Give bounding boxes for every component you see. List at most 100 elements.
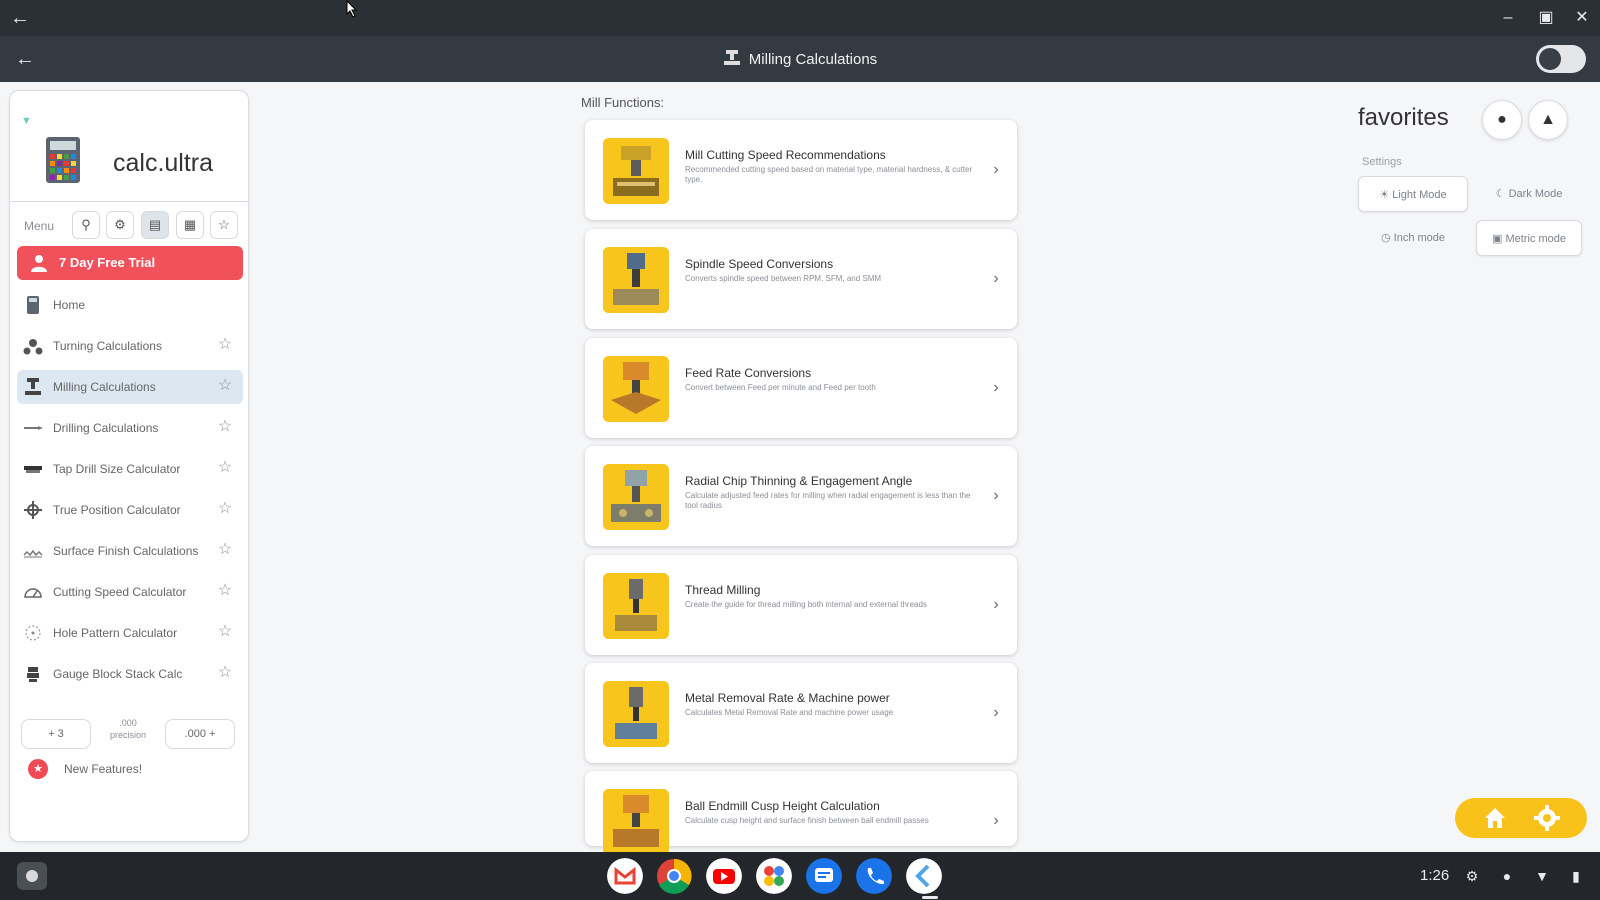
favorites-title: favorites (1358, 104, 1449, 131)
sidebar-item-label: Tap Drill Size Calculator (53, 462, 181, 476)
apple-icon[interactable]: ● (1482, 100, 1522, 140)
card-title: Mill Cutting Speed Recommendations (685, 148, 886, 162)
light-mode-button[interactable]: ☀ Light Mode (1358, 176, 1468, 212)
gmail-icon[interactable] (607, 858, 643, 894)
card-description: Convert between Feed per minute and Feed… (685, 383, 876, 392)
moon-icon: ☾ (1495, 188, 1509, 200)
new-badge-icon: ★ (28, 759, 48, 779)
list-view-icon[interactable]: ▤ (141, 211, 169, 239)
metric-icon: ▣ (1492, 233, 1506, 245)
mill-machine-thumbnail-icon (603, 789, 669, 855)
sidebar-item-cutting-speed[interactable]: Cutting Speed Calculator ☆ (17, 575, 243, 609)
function-card[interactable]: Thread Milling Create the guide for thre… (585, 555, 1017, 655)
notification-icon[interactable]: ● (1497, 866, 1517, 886)
function-card[interactable]: Spindle Speed Conversions Converts spind… (585, 229, 1017, 329)
favorite-star-icon[interactable]: ☆ (215, 663, 235, 683)
person-icon (31, 255, 47, 272)
gear-icon[interactable]: ⚙ (106, 211, 134, 239)
function-card[interactable]: Feed Rate Conversions Convert between Fe… (585, 338, 1017, 438)
home-icon[interactable] (1481, 804, 1509, 832)
function-card[interactable]: Ball Endmill Cusp Height Calculation Cal… (585, 771, 1017, 855)
chevron-right-icon: › (993, 270, 999, 287)
card-title: Radial Chip Thinning & Engagement Angle (685, 474, 913, 488)
favorite-star-icon[interactable]: ☆ (215, 622, 235, 642)
battery-icon[interactable]: ▮ (1566, 866, 1586, 886)
mill-machine-thumbnail-icon (603, 247, 669, 313)
section-label: Mill Functions: (581, 95, 665, 110)
sidebar-item-drilling[interactable]: Drilling Calculations ☆ (17, 411, 243, 445)
toggle-knob (1539, 48, 1561, 70)
sidebar-item-gauge-block[interactable]: Gauge Block Stack Calc ☆ (17, 657, 243, 691)
precision-display: .000 precision (106, 717, 150, 741)
minimize-icon[interactable]: – (1496, 6, 1520, 30)
sidebar-item-turning[interactable]: Turning Calculations ☆ (17, 329, 243, 363)
sidebar-item-label: Hole Pattern Calculator (53, 626, 178, 640)
sidebar-item-home[interactable]: Home (17, 288, 243, 322)
free-trial-button[interactable]: 7 Day Free Trial (17, 246, 243, 280)
chevron-right-icon: › (993, 596, 999, 613)
calc-ultra-icon[interactable] (906, 858, 942, 894)
favorite-star-icon[interactable]: ☆ (215, 417, 235, 437)
favorite-star-icon[interactable]: ☆ (215, 335, 235, 355)
page-title: Milling Calculations (0, 49, 1600, 68)
star-outline-icon[interactable]: ☆ (210, 211, 238, 239)
surface-icon (23, 549, 43, 558)
metric-mode-button[interactable]: ▣ Metric mode (1476, 220, 1582, 256)
hole-pattern-icon (25, 625, 41, 641)
window-back-icon[interactable]: ← (8, 6, 32, 30)
sidebar-item-tap-drill[interactable]: Tap Drill Size Calculator ☆ (17, 452, 243, 486)
close-icon[interactable]: ✕ (1570, 6, 1594, 30)
mill-machine-thumbnail-icon (603, 464, 669, 530)
settings-tray-icon[interactable]: ⚙ (1462, 866, 1482, 886)
precision-decrease-button[interactable]: + 3 (21, 719, 91, 749)
favorite-star-icon[interactable]: ☆ (215, 376, 235, 396)
function-card[interactable]: Mill Cutting Speed Recommendations Recom… (585, 120, 1017, 220)
wifi-icon[interactable]: ▼ (1532, 866, 1552, 886)
clock[interactable]: 1:26 (1420, 867, 1449, 884)
mouse-cursor-icon (346, 0, 358, 18)
mill-machine-thumbnail-icon (603, 681, 669, 747)
dark-mode-button[interactable]: ☾ Dark Mode (1476, 176, 1582, 212)
phone-icon[interactable] (856, 858, 892, 894)
chevron-right-icon: › (993, 704, 999, 721)
youtube-icon[interactable] (706, 858, 742, 894)
new-features-link[interactable]: ★ New Features! (28, 757, 208, 781)
inch-mode-button[interactable]: ◷ Inch mode (1358, 220, 1468, 256)
drill-icon (24, 426, 43, 430)
lathe-icon[interactable]: ▲ (1528, 100, 1568, 140)
favorite-star-icon[interactable]: ☆ (215, 540, 235, 560)
theme-toggle[interactable] (1536, 45, 1586, 73)
maximize-icon[interactable]: ▣ (1534, 6, 1558, 30)
function-card[interactable]: Radial Chip Thinning & Engagement Angle … (585, 446, 1017, 546)
messages-icon[interactable] (806, 858, 842, 894)
grid-view-icon[interactable]: ▦ (176, 211, 204, 239)
sidebar-item-milling[interactable]: Milling Calculations ☆ (17, 370, 243, 404)
card-description: Calculate adjusted feed rates for millin… (685, 491, 971, 510)
card-title: Thread Milling (685, 583, 761, 597)
ruler-icon: ◷ (1380, 232, 1394, 244)
chevron-right-icon: › (993, 487, 999, 504)
card-title: Spindle Speed Conversions (685, 257, 834, 271)
photos-icon[interactable] (756, 858, 792, 894)
mill-machine-thumbnail-icon (603, 573, 669, 639)
gear-icon[interactable] (1533, 804, 1561, 832)
collapse-chevron-icon[interactable]: ▼ (21, 115, 32, 127)
chrome-icon[interactable] (656, 858, 692, 894)
launcher-icon[interactable] (17, 862, 47, 890)
sidebar-item-surface-finish[interactable]: Surface Finish Calculations ☆ (17, 534, 243, 568)
sidebar-item-true-position[interactable]: True Position Calculator ☆ (17, 493, 243, 527)
sidebar-item-hole-pattern[interactable]: Hole Pattern Calculator ☆ (17, 616, 243, 650)
favorite-star-icon[interactable]: ☆ (215, 458, 235, 478)
mill-machine-thumbnail-icon (603, 356, 669, 422)
function-card[interactable]: Metal Removal Rate & Machine power Calcu… (585, 663, 1017, 763)
app-toolbar: ← Milling Calculations (0, 36, 1600, 82)
favorite-star-icon[interactable]: ☆ (215, 581, 235, 601)
precision-increase-button[interactable]: .000 + (165, 719, 235, 749)
precision-value: .000 (119, 718, 137, 728)
favorite-star-icon[interactable]: ☆ (215, 499, 235, 519)
floating-action-bar (1455, 798, 1587, 838)
search-icon[interactable]: ⚲ (72, 211, 100, 239)
sidebar-item-label: True Position Calculator (53, 503, 181, 517)
card-description: Calculate cusp height and surface finish… (685, 816, 929, 825)
chevron-right-icon: › (993, 161, 999, 178)
